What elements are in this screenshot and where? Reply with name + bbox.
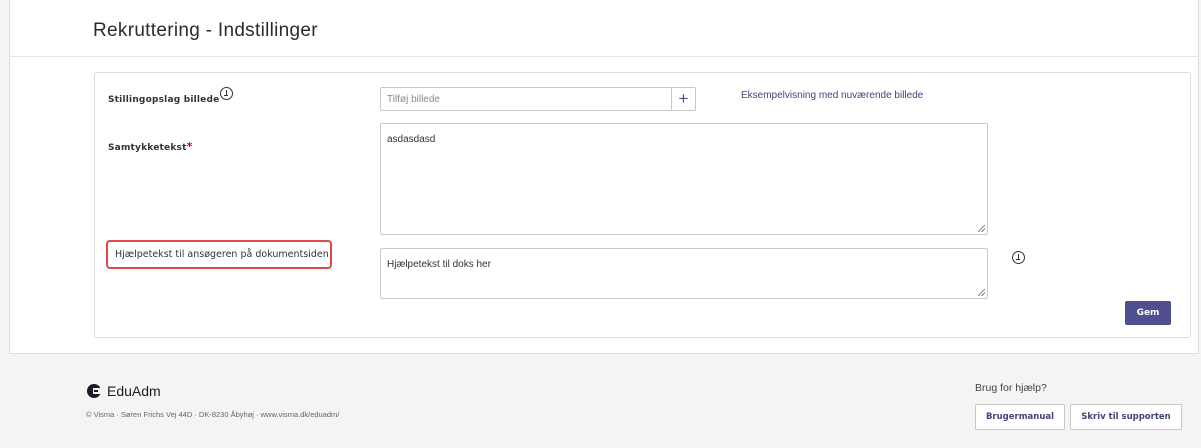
consent-field-label-text: Samtykketekst: [108, 143, 187, 153]
consent-field-label: Samtykketekst*: [108, 140, 193, 153]
eduadm-logo-icon: [87, 384, 102, 398]
help-field-label: Hjælpetekst til ansøgeren på dokumentsid…: [106, 240, 332, 269]
consent-textarea-box: asdasdasd: [380, 123, 988, 235]
image-input[interactable]: [381, 88, 669, 110]
user-manual-button[interactable]: Brugermanual: [975, 404, 1065, 430]
resize-handle-icon[interactable]: [978, 225, 985, 232]
preview-image-link[interactable]: Eksempelvisning med nuværende billede: [741, 90, 923, 101]
info-icon[interactable]: [1012, 251, 1025, 264]
contact-support-button[interactable]: Skriv til supporten: [1070, 404, 1182, 430]
image-input-group: +: [380, 87, 696, 111]
info-icon[interactable]: [220, 87, 233, 100]
help-title: Brug for hjælp?: [975, 382, 1047, 394]
help-textarea[interactable]: Hjælpetekst til doks her: [381, 249, 987, 298]
main-panel: Rekruttering - Indstillinger Stillingops…: [9, 0, 1199, 354]
save-button[interactable]: Gem: [1125, 301, 1171, 325]
plus-icon: +: [678, 89, 689, 108]
title-divider: [10, 56, 1198, 57]
consent-textarea[interactable]: asdasdasd: [381, 124, 987, 234]
add-image-button[interactable]: +: [671, 88, 695, 110]
footer-address: © Visma · Søren Frichs Vej 44D · DK-8230…: [86, 410, 340, 419]
required-marker: *: [186, 140, 193, 153]
footer-logo-text: EduAdm: [107, 383, 161, 399]
image-field-label: Stillingopslag billede: [108, 95, 219, 105]
image-field-label-text: Stillingopslag billede: [108, 95, 220, 105]
help-textarea-box: Hjælpetekst til doks her: [380, 248, 988, 299]
settings-form-card: Stillingopslag billede + Eksempelvisning…: [94, 72, 1191, 338]
page-title: Rekruttering - Indstillinger: [93, 20, 318, 41]
resize-handle-icon[interactable]: [978, 289, 985, 296]
